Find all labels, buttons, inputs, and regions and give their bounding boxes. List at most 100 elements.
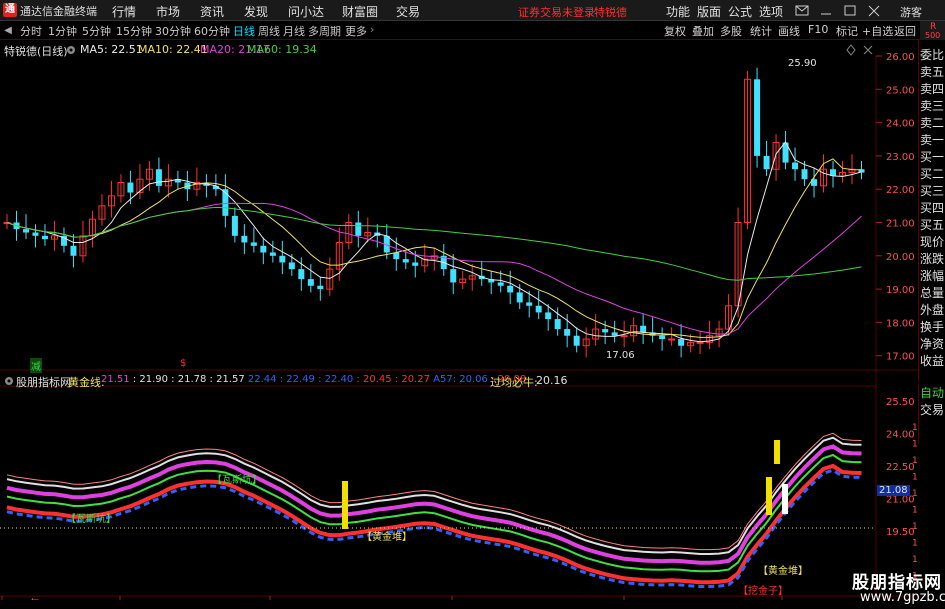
panel-item-4[interactable]: 卖二: [920, 114, 944, 131]
panel-item-13[interactable]: 涨幅: [920, 267, 944, 284]
period-5min[interactable]: 5分钟: [82, 23, 111, 39]
time-label: 9: [626, 599, 632, 600]
multi-stock-button[interactable]: 多股: [720, 23, 742, 39]
price-label: 17.00: [886, 352, 915, 363]
period-more[interactable]: 更多: [345, 23, 367, 39]
candle-body: [155, 169, 162, 186]
sub-price-label: 22.50: [886, 462, 915, 473]
login-notice[interactable]: 证券交易未登录: [518, 4, 595, 20]
candle-body: [41, 235, 48, 240]
panel-item-18[interactable]: 收益: [920, 352, 944, 369]
menu-discover[interactable]: 发现: [244, 3, 268, 20]
period-toolbar: ◀ 分时 1分钟 5分钟 15分钟 30分钟 60分钟 日线 周线 月线 多周期…: [0, 21, 945, 40]
period-daily[interactable]: 日线: [233, 23, 255, 39]
candle-body: [659, 335, 666, 340]
corner-code-label: 500: [925, 31, 941, 40]
candle-body: [250, 242, 257, 246]
sub-value-7: : 20.45: [356, 374, 395, 385]
period-60min[interactable]: 60分钟: [194, 23, 230, 39]
low-price-mark: 17.06: [606, 350, 635, 361]
period-1min[interactable]: 1分钟: [48, 23, 77, 39]
candle-body: [611, 332, 618, 336]
panel-item-8[interactable]: 买三: [920, 182, 944, 199]
candle-body: [298, 269, 305, 280]
panel-item-10[interactable]: 买五: [920, 216, 944, 233]
f10-button[interactable]: F10: [808, 23, 828, 36]
time-axis: 2024年 6 7 8 9 10: [1, 596, 797, 600]
panel-item-2[interactable]: 卖四: [920, 80, 944, 97]
trade-label[interactable]: 交易: [920, 401, 944, 418]
candle-body: [22, 229, 29, 233]
menu-quotes[interactable]: 行情: [112, 3, 136, 20]
add-watchlist-button[interactable]: +自选: [862, 23, 893, 39]
candle-body: [412, 262, 419, 266]
time-label: 2024年: [4, 597, 39, 600]
panel-item-3[interactable]: 卖三: [920, 97, 944, 114]
menu-wealth[interactable]: 财富圈: [342, 3, 378, 20]
sub-side-panel: 自动 交易: [918, 384, 945, 444]
draw-line-button[interactable]: 画线: [778, 23, 800, 39]
statistics-button[interactable]: 统计: [750, 23, 772, 39]
annotation-wasi-2: 【瓦斯坑】: [66, 514, 116, 525]
auto-label[interactable]: 自动: [920, 384, 944, 401]
adjust-button[interactable]: 复权: [664, 23, 686, 39]
candle-body: [507, 285, 514, 293]
menu-function[interactable]: 功能: [666, 3, 690, 20]
panel-item-14[interactable]: 总量: [920, 284, 944, 301]
mark-button[interactable]: 标记: [836, 23, 858, 39]
kline-chart[interactable]: 26.00 25.00 24.00 23.00 22.00 21.00 20.00 19.00…: [0, 40, 918, 600]
sub-value-6: : 22.40: [318, 374, 357, 385]
candle-body: [497, 282, 504, 286]
panel-item-15[interactable]: 外盘: [920, 301, 944, 318]
menu-news[interactable]: 资讯: [200, 3, 224, 20]
period-30min[interactable]: 30分钟: [155, 23, 191, 39]
sub-time-label: 14:56: [912, 489, 918, 499]
panel-item-7[interactable]: 买二: [920, 165, 944, 182]
sub-price-label: 24.00: [886, 430, 915, 441]
sub-value-4: 22.44: [247, 374, 280, 385]
menu-trade[interactable]: 交易: [396, 3, 420, 20]
sub-settings-icon[interactable]: [4, 376, 14, 386]
panel-item-16[interactable]: 换手: [920, 318, 944, 335]
indicator-line-4: [6, 468, 862, 588]
period-15min[interactable]: 15分钟: [116, 23, 152, 39]
menu-options[interactable]: 选项: [759, 3, 783, 20]
menu-market[interactable]: 市场: [156, 3, 180, 20]
guest-user[interactable]: 游客: [900, 4, 922, 20]
period-multi[interactable]: 多周期: [308, 23, 341, 39]
annotation-gold-heap-1: 【黄金堆】: [362, 532, 412, 543]
candle-body: [241, 235, 248, 243]
period-weekly[interactable]: 周线: [258, 23, 280, 39]
price-label: 23.00: [886, 152, 915, 163]
candle-body: [269, 252, 276, 256]
menu-layout[interactable]: 版面: [697, 3, 721, 20]
more-arrow-icon[interactable]: ›: [370, 23, 374, 36]
panel-item-5[interactable]: 卖一: [920, 131, 944, 148]
quote-side-panel: 委比 卖五 卖四 卖三 卖二 卖一 买一 买二 买三 买四 买五 现价 涨跌 涨幅 总量 外盘 换手 净资 收益: [918, 40, 945, 382]
yellow-bar: [774, 440, 780, 464]
panel-item-12[interactable]: 涨跌: [920, 250, 944, 267]
menu-formula[interactable]: 公式: [728, 3, 752, 20]
candle-body: [535, 305, 542, 313]
candle-body: [402, 259, 409, 263]
close-icon[interactable]: [868, 5, 880, 17]
price-axis: 26.00 25.00 24.00 23.00 22.00 21.00 20.00 19.00…: [876, 52, 915, 363]
panel-item-9[interactable]: 买四: [920, 199, 944, 216]
title-bar: 通 通达信金融终端 行情 市场 资讯 发现 问小达 财富圈 交易 证券交易未登录…: [0, 0, 945, 21]
maximize-icon[interactable]: [844, 5, 856, 16]
left-arrow-icon[interactable]: ◀: [0, 21, 16, 40]
menu-ask[interactable]: 问小达: [288, 3, 324, 20]
panel-item-6[interactable]: 买一: [920, 148, 944, 165]
period-monthly[interactable]: 月线: [283, 23, 305, 39]
panel-item-17[interactable]: 净资: [920, 335, 944, 352]
mail-icon[interactable]: [795, 5, 809, 16]
ma5-line: [6, 140, 862, 343]
period-intraday[interactable]: 分时: [20, 23, 42, 39]
candle-body: [70, 245, 77, 256]
panel-item-0[interactable]: 委比: [920, 46, 944, 63]
candle-body: [554, 319, 561, 330]
overlay-button[interactable]: 叠加: [692, 23, 714, 39]
back-button[interactable]: 返回: [894, 23, 916, 39]
panel-item-11[interactable]: 现价: [920, 233, 944, 250]
panel-item-1[interactable]: 卖五: [920, 63, 944, 80]
